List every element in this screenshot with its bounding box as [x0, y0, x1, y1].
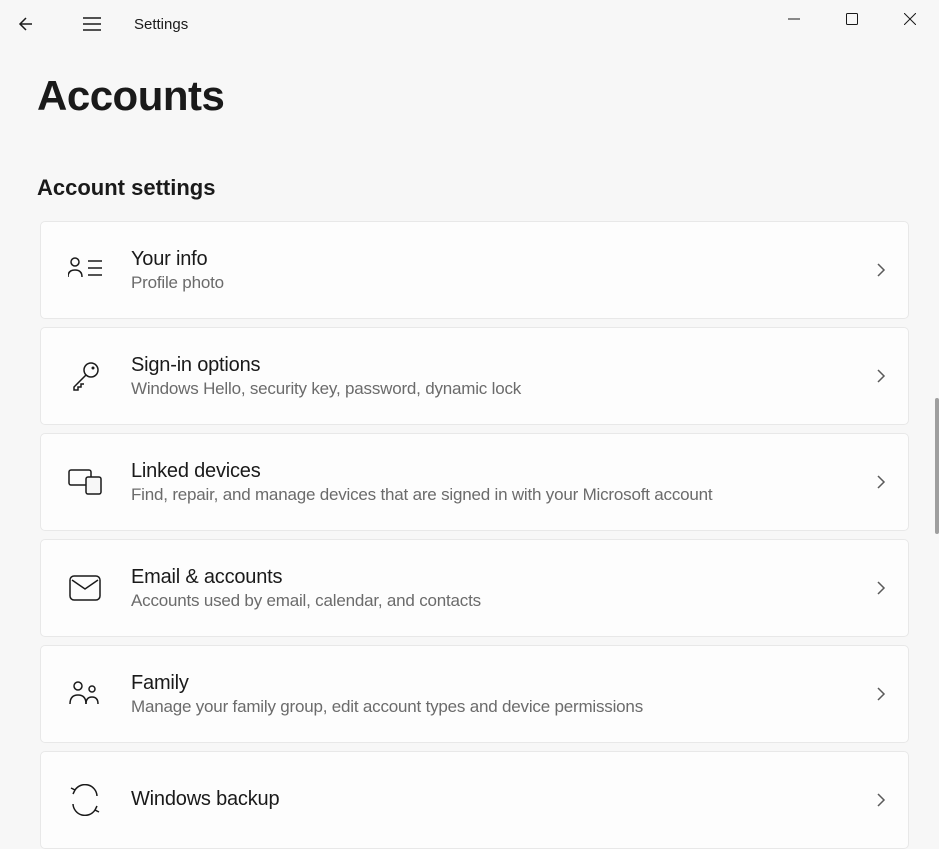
section-title: Account settings — [37, 175, 939, 201]
item-subtitle: Manage your family group, edit account t… — [131, 697, 876, 717]
item-title: Email & accounts — [131, 566, 876, 589]
maximize-icon — [846, 13, 858, 25]
chevron-right-icon — [876, 474, 886, 490]
back-button[interactable] — [0, 0, 48, 48]
item-text: Sign-in options Windows Hello, security … — [131, 354, 876, 399]
item-title: Windows backup — [131, 788, 876, 811]
window-controls — [765, 0, 939, 38]
devices-icon — [67, 464, 103, 500]
item-subtitle: Profile photo — [131, 273, 876, 293]
setting-item-your-info[interactable]: Your info Profile photo — [40, 221, 909, 319]
app-title: Settings — [134, 16, 188, 33]
maximize-button[interactable] — [823, 0, 881, 38]
setting-item-email-accounts[interactable]: Email & accounts Accounts used by email,… — [40, 539, 909, 637]
chevron-right-icon — [876, 262, 886, 278]
close-button[interactable] — [881, 0, 939, 38]
item-text: Family Manage your family group, edit ac… — [131, 672, 876, 717]
setting-item-sign-in-options[interactable]: Sign-in options Windows Hello, security … — [40, 327, 909, 425]
chevron-right-icon — [876, 792, 886, 808]
mail-icon — [67, 570, 103, 606]
back-arrow-icon — [14, 14, 34, 34]
key-icon — [67, 358, 103, 394]
setting-item-family[interactable]: Family Manage your family group, edit ac… — [40, 645, 909, 743]
person-list-icon — [67, 252, 103, 288]
item-text: Linked devices Find, repair, and manage … — [131, 460, 876, 505]
page-title: Accounts — [37, 72, 939, 120]
chevron-right-icon — [876, 686, 886, 702]
item-text: Email & accounts Accounts used by email,… — [131, 566, 876, 611]
titlebar: Settings — [0, 0, 939, 48]
item-title: Family — [131, 672, 876, 695]
chevron-right-icon — [876, 580, 886, 596]
close-icon — [904, 13, 916, 25]
minimize-button[interactable] — [765, 0, 823, 38]
item-title: Your info — [131, 248, 876, 271]
item-title: Linked devices — [131, 460, 876, 483]
item-title: Sign-in options — [131, 354, 876, 377]
minimize-icon — [788, 13, 800, 25]
backup-sync-icon — [67, 782, 103, 818]
setting-item-linked-devices[interactable]: Linked devices Find, repair, and manage … — [40, 433, 909, 531]
item-subtitle: Accounts used by email, calendar, and co… — [131, 591, 876, 611]
item-text: Windows backup — [131, 788, 876, 813]
settings-items-container: Your info Profile photo Sign-in options … — [0, 221, 939, 849]
item-subtitle: Find, repair, and manage devices that ar… — [131, 485, 876, 505]
hamburger-icon — [83, 17, 101, 31]
item-text: Your info Profile photo — [131, 248, 876, 293]
menu-button[interactable] — [68, 0, 116, 48]
family-icon — [67, 676, 103, 712]
item-subtitle: Windows Hello, security key, password, d… — [131, 379, 876, 399]
setting-item-windows-backup[interactable]: Windows backup — [40, 751, 909, 849]
chevron-right-icon — [876, 368, 886, 384]
scrollbar[interactable] — [935, 398, 939, 534]
